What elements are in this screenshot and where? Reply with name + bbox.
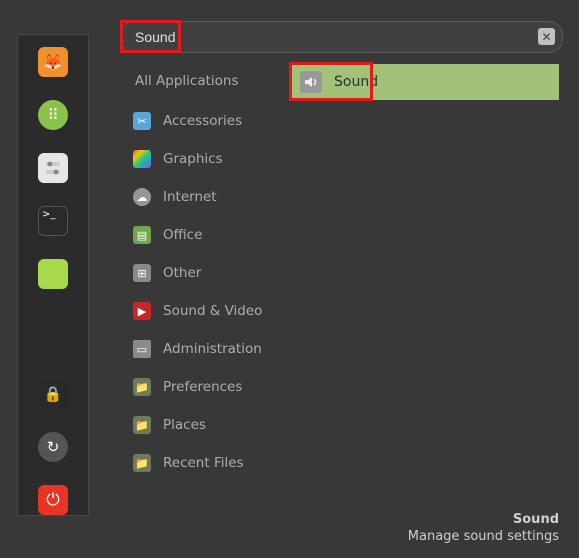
- result-label: Sound: [334, 74, 378, 90]
- category-other[interactable]: ⊞ Other: [133, 262, 288, 284]
- category-label: Preferences: [163, 379, 242, 395]
- category-label: All Applications: [135, 73, 239, 89]
- results-list: Sound: [291, 64, 559, 100]
- category-sound-video[interactable]: ▶ Sound & Video: [133, 300, 288, 322]
- category-label: Internet: [163, 189, 217, 205]
- power-icon[interactable]: ⏻: [38, 485, 68, 515]
- footer-description: Manage sound settings: [408, 529, 559, 544]
- category-places[interactable]: 📁 Places: [133, 414, 288, 436]
- categories-list: All Applications ✂ Accessories Graphics …: [133, 70, 288, 474]
- document-icon: ▤: [133, 226, 151, 244]
- category-internet[interactable]: ☁ Internet: [133, 186, 288, 208]
- category-label: Other: [163, 265, 201, 281]
- category-label: Places: [163, 417, 206, 433]
- speaker-icon: [300, 71, 322, 93]
- admin-icon: ▭: [133, 340, 151, 358]
- category-label: Sound & Video: [163, 303, 262, 319]
- category-graphics[interactable]: Graphics: [133, 148, 288, 170]
- category-office[interactable]: ▤ Office: [133, 224, 288, 246]
- category-label: Recent Files: [163, 455, 244, 471]
- folder-icon: 📁: [133, 416, 151, 434]
- category-label: Accessories: [163, 113, 242, 129]
- search-row: ✕: [120, 21, 563, 53]
- grid-icon: ⊞: [133, 264, 151, 282]
- apps-grid-icon[interactable]: ⠿: [38, 100, 68, 130]
- app-description-footer: Sound Manage sound settings: [408, 512, 559, 544]
- play-icon: ▶: [133, 302, 151, 320]
- category-all-applications[interactable]: All Applications: [133, 70, 288, 92]
- category-preferences[interactable]: 📁 Preferences: [133, 376, 288, 398]
- firefox-icon[interactable]: 🦊: [38, 47, 68, 77]
- category-accessories[interactable]: ✂ Accessories: [133, 110, 288, 132]
- settings-icon[interactable]: [38, 153, 68, 183]
- favorites-sidebar: 🦊 ⠿ >_ 🔒 ↻ ⏻: [17, 34, 89, 516]
- lock-icon[interactable]: 🔒: [38, 379, 68, 409]
- palette-icon: [133, 150, 151, 168]
- category-administration[interactable]: ▭ Administration: [133, 338, 288, 360]
- terminal-icon[interactable]: >_: [38, 206, 68, 236]
- files-icon[interactable]: [38, 259, 68, 289]
- result-sound[interactable]: Sound: [291, 64, 559, 100]
- category-recent-files[interactable]: 📁 Recent Files: [133, 452, 288, 474]
- cloud-icon: ☁: [133, 188, 151, 206]
- clear-search-icon[interactable]: ✕: [538, 28, 555, 45]
- scissors-icon: ✂: [133, 112, 151, 130]
- category-label: Graphics: [163, 151, 223, 167]
- category-label: Administration: [163, 341, 262, 357]
- category-label: Office: [163, 227, 202, 243]
- search-input[interactable]: [120, 21, 563, 53]
- folder-icon: 📁: [133, 454, 151, 472]
- logout-icon[interactable]: ↻: [38, 432, 68, 462]
- folder-icon: 📁: [133, 378, 151, 396]
- footer-title: Sound: [408, 512, 559, 527]
